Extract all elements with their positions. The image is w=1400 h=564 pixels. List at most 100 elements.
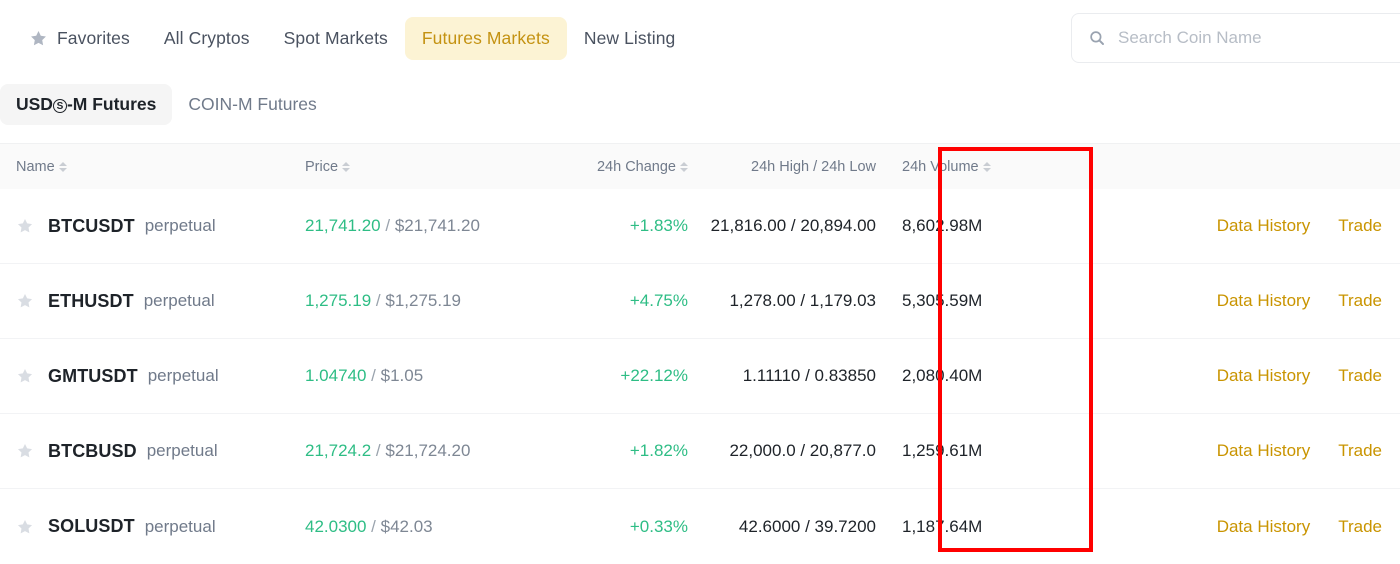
symbol-label: BTCBUSD: [48, 441, 137, 462]
data-history-link[interactable]: Data History: [1217, 366, 1311, 386]
symbol-label: BTCUSDT: [48, 216, 135, 237]
nav-item-label: Spot Markets: [284, 28, 388, 49]
table-row[interactable]: SOLUSDT perpetual 42.0300 / $42.03 +0.33…: [0, 489, 1400, 564]
cell-name: BTCUSDT perpetual: [0, 216, 296, 237]
cell-24h-high-low: 42.6000 / 39.7200: [688, 517, 876, 537]
contract-type-label: perpetual: [145, 216, 216, 236]
cell-price: 1,275.19 / $1,275.19: [296, 291, 528, 311]
column-header-label: Price: [305, 159, 338, 175]
cell-price: 21,724.2 / $21,724.20: [296, 441, 528, 461]
price-usd-value: $21,741.20: [395, 216, 480, 235]
symbol-label: SOLUSDT: [48, 516, 135, 537]
cell-actions: Data History Trade: [1056, 216, 1400, 236]
cell-24h-high-low: 1,278.00 / 1,179.03: [688, 291, 876, 311]
cell-actions: Data History Trade: [1056, 441, 1400, 461]
cell-24h-volume: 1,259.61M: [876, 441, 1056, 461]
nav-item-spot-markets[interactable]: Spot Markets: [267, 17, 405, 60]
trade-link[interactable]: Trade: [1338, 441, 1382, 461]
favorite-star-icon[interactable]: [16, 217, 34, 235]
cell-24h-change: +0.33%: [528, 517, 688, 537]
search-input[interactable]: [1118, 28, 1400, 48]
cell-price: 42.0300 / $42.03: [296, 517, 528, 537]
contract-type-label: perpetual: [148, 366, 219, 386]
trade-link[interactable]: Trade: [1338, 517, 1382, 537]
cell-name: GMTUSDT perpetual: [0, 366, 296, 387]
tab-label-prefix: USD: [16, 94, 53, 114]
tab-coin-m-futures[interactable]: COIN-M Futures: [172, 84, 332, 125]
data-history-link[interactable]: Data History: [1217, 517, 1311, 537]
column-header-24h-high-low: 24h High / 24h Low: [688, 159, 876, 175]
contract-type-label: perpetual: [144, 291, 215, 311]
table-row[interactable]: ETHUSDT perpetual 1,275.19 / $1,275.19 +…: [0, 264, 1400, 339]
nav-item-label: Futures Markets: [422, 28, 550, 49]
price-value: 21,724.2: [305, 441, 371, 460]
nav-item-label: All Cryptos: [164, 28, 250, 49]
tab-usd-m-futures[interactable]: USDS-M Futures: [0, 84, 172, 125]
price-usd-value: $21,724.20: [385, 441, 470, 460]
column-header-24h-volume[interactable]: 24h Volume: [876, 159, 1056, 175]
cell-24h-change: +4.75%: [528, 291, 688, 311]
sort-icon[interactable]: [680, 162, 688, 172]
cell-name: BTCBUSD perpetual: [0, 441, 296, 462]
favorite-star-icon[interactable]: [16, 518, 34, 536]
cell-24h-volume: 2,080.40M: [876, 366, 1056, 386]
cell-actions: Data History Trade: [1056, 291, 1400, 311]
cell-price: 21,741.20 / $21,741.20: [296, 216, 528, 236]
column-header-label: 24h Change: [597, 159, 676, 175]
table-row[interactable]: BTCUSDT perpetual 21,741.20 / $21,741.20…: [0, 189, 1400, 264]
column-header-price[interactable]: Price: [296, 159, 528, 175]
cell-name: ETHUSDT perpetual: [0, 291, 296, 312]
favorite-star-icon[interactable]: [16, 367, 34, 385]
cell-24h-high-low: 1.11110 / 0.83850: [688, 366, 876, 386]
futures-markets-page: Favorites All Cryptos Spot Markets Futur…: [0, 0, 1400, 559]
nav-item-label: Favorites: [57, 28, 130, 49]
trade-link[interactable]: Trade: [1338, 366, 1382, 386]
trade-link[interactable]: Trade: [1338, 216, 1382, 236]
search-box[interactable]: [1071, 13, 1400, 63]
favorite-star-icon[interactable]: [16, 292, 34, 310]
search-icon: [1088, 29, 1106, 47]
contract-type-label: perpetual: [145, 517, 216, 537]
trade-link[interactable]: Trade: [1338, 291, 1382, 311]
sort-icon[interactable]: [59, 162, 67, 172]
price-value: 42.0300: [305, 517, 366, 536]
symbol-label: ETHUSDT: [48, 291, 134, 312]
cell-name: SOLUSDT perpetual: [0, 516, 296, 537]
contract-type-label: perpetual: [147, 441, 218, 461]
cell-24h-high-low: 22,000.0 / 20,877.0: [688, 441, 876, 461]
data-history-link[interactable]: Data History: [1217, 291, 1311, 311]
futures-markets-table: Name Price 24h Change 24h High / 24h Low…: [0, 143, 1400, 564]
cell-price: 1.04740 / $1.05: [296, 366, 528, 386]
data-history-link[interactable]: Data History: [1217, 441, 1311, 461]
price-value: 21,741.20: [305, 216, 381, 235]
symbol-label: GMTUSDT: [48, 366, 138, 387]
price-usd-value: $42.03: [381, 517, 433, 536]
column-header-name[interactable]: Name: [0, 159, 296, 175]
nav-item-new-listing[interactable]: New Listing: [567, 17, 693, 60]
tab-label-suffix: -M Futures: [67, 94, 156, 114]
column-header-label: 24h High / 24h Low: [751, 159, 876, 175]
favorite-star-icon[interactable]: [16, 442, 34, 460]
tab-label: COIN-M Futures: [188, 94, 316, 114]
nav-item-favorites[interactable]: Favorites: [12, 17, 147, 60]
data-history-link[interactable]: Data History: [1217, 216, 1311, 236]
table-header-row: Name Price 24h Change 24h High / 24h Low…: [0, 143, 1400, 189]
sort-icon[interactable]: [983, 162, 991, 172]
cell-24h-volume: 5,305.59M: [876, 291, 1056, 311]
cell-24h-volume: 8,602.98M: [876, 216, 1056, 236]
cell-24h-change: +1.83%: [528, 216, 688, 236]
column-header-24h-change[interactable]: 24h Change: [528, 159, 688, 175]
sort-icon[interactable]: [342, 162, 350, 172]
primary-nav-items: Favorites All Cryptos Spot Markets Futur…: [0, 0, 692, 76]
cell-actions: Data History Trade: [1056, 366, 1400, 386]
nav-item-all-cryptos[interactable]: All Cryptos: [147, 17, 267, 60]
table-row[interactable]: GMTUSDT perpetual 1.04740 / $1.05 +22.12…: [0, 339, 1400, 414]
futures-type-tabs: USDS-M Futures COIN-M Futures: [0, 80, 333, 128]
cell-24h-change: +1.82%: [528, 441, 688, 461]
cell-24h-volume: 1,187.64M: [876, 517, 1056, 537]
cell-24h-change: +22.12%: [528, 366, 688, 386]
nav-item-futures-markets[interactable]: Futures Markets: [405, 17, 567, 60]
column-header-label: 24h Volume: [902, 159, 979, 175]
table-row[interactable]: BTCBUSD perpetual 21,724.2 / $21,724.20 …: [0, 414, 1400, 489]
nav-item-label: New Listing: [584, 28, 676, 49]
